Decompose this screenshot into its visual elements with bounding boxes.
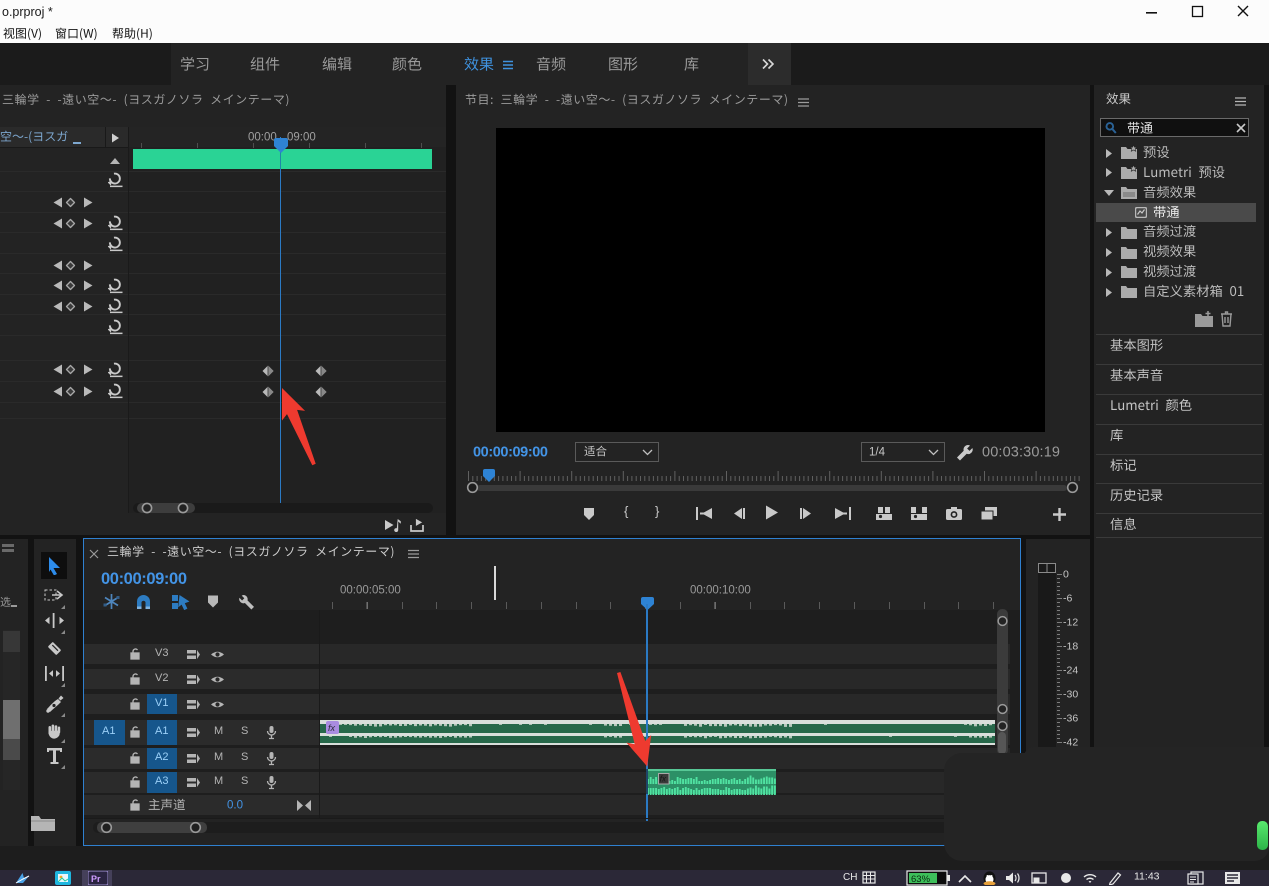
svg-text:}: } xyxy=(655,503,660,518)
svg-text:-36: -36 xyxy=(1063,713,1078,725)
svg-text:0.0: 0.0 xyxy=(227,799,243,811)
svg-text:63%: 63% xyxy=(911,874,931,885)
svg-text:S: S xyxy=(241,725,248,737)
svg-text:0: 0 xyxy=(1063,569,1069,581)
svg-text:o.prproj *: o.prproj * xyxy=(2,5,53,19)
svg-text:A1: A1 xyxy=(155,725,168,737)
svg-text:CH: CH xyxy=(843,872,857,883)
svg-text:M: M xyxy=(214,751,223,763)
svg-text:09:00: 09:00 xyxy=(287,131,316,143)
svg-text:V3: V3 xyxy=(155,647,168,659)
svg-text:00:03:30:19: 00:03:30:19 xyxy=(982,444,1060,460)
svg-text:00:00:10:00: 00:00:10:00 xyxy=(690,584,751,596)
svg-text:-12: -12 xyxy=(1063,617,1078,629)
svg-text:-24: -24 xyxy=(1063,665,1078,677)
svg-text:-18: -18 xyxy=(1063,641,1078,653)
svg-text:1/4: 1/4 xyxy=(869,446,886,458)
svg-text:S: S xyxy=(241,775,248,787)
svg-text:V1: V1 xyxy=(155,697,168,709)
svg-text:S: S xyxy=(241,751,248,763)
svg-text:A2: A2 xyxy=(155,751,168,763)
svg-text:-6: -6 xyxy=(1063,593,1072,605)
svg-text:A1: A1 xyxy=(102,725,115,737)
svg-text:fx: fx xyxy=(328,723,336,733)
svg-text:00:00:09:00: 00:00:09:00 xyxy=(473,444,548,460)
svg-text:fx: fx xyxy=(660,775,667,784)
svg-text:M: M xyxy=(214,775,223,787)
svg-text:11:43: 11:43 xyxy=(1134,871,1160,883)
svg-text:Pr: Pr xyxy=(91,874,101,884)
svg-text:V2: V2 xyxy=(155,672,168,684)
svg-text:M: M xyxy=(214,725,223,737)
svg-text:{: { xyxy=(624,503,629,518)
svg-text:00:00:05:00: 00:00:05:00 xyxy=(340,584,401,596)
svg-text:-30: -30 xyxy=(1063,689,1078,701)
svg-text:00:00:09:00: 00:00:09:00 xyxy=(101,570,187,588)
svg-text:A3: A3 xyxy=(155,775,168,787)
